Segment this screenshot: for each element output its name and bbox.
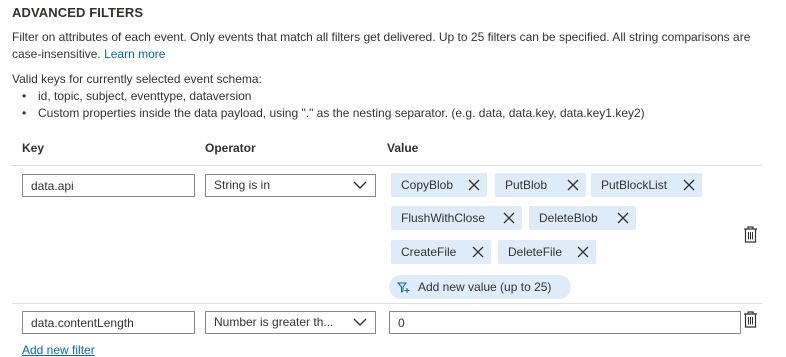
value-chip: CreateFile [391,240,491,264]
keys-list: id, topic, subject, eventtype, dataversi… [22,88,645,122]
value-chip-label: PutBlockList [601,178,668,192]
operator-selected-value: String is in [214,178,271,192]
value-chip: FlushWithClose [391,206,522,230]
filter-key-input[interactable] [22,311,195,334]
header-divider [12,165,762,166]
close-icon[interactable] [503,212,515,224]
value-chip-label: PutBlob [505,178,548,192]
add-value-button[interactable]: Add new value (up to 25) [389,275,571,299]
operator-selected-value: Number is greater th... [214,315,334,329]
filters-description: Filter on attributes of each event. Only… [12,29,762,63]
column-header-value: Value [387,141,419,155]
column-header-key: Key [22,141,45,155]
value-chip: DeleteBlob [529,206,636,230]
close-icon[interactable] [577,246,589,258]
close-icon[interactable] [617,212,629,224]
value-chip-label: DeleteBlob [539,211,598,225]
value-chip-label: CopyBlob [401,178,454,192]
chevron-down-icon [353,181,367,189]
filter-operator-select[interactable]: String is in [205,174,376,197]
trash-icon[interactable] [743,311,758,328]
add-new-filter-link[interactable]: Add new filter [22,343,95,357]
keys-intro: Valid keys for currently selected event … [12,72,262,86]
filter-value-input[interactable] [389,311,741,334]
value-chip: PutBlob [495,173,586,197]
learn-more-link[interactable]: Learn more [104,47,165,61]
value-chip: PutBlockList [591,173,702,197]
chevron-down-icon [353,318,367,326]
column-header-operator: Operator [205,141,256,155]
keys-bullet-custom: Custom properties inside the data payloa… [22,105,645,122]
close-icon[interactable] [472,246,484,258]
keys-bullet-schema: id, topic, subject, eventtype, dataversi… [22,88,645,105]
close-icon[interactable] [468,179,480,191]
value-chip: DeleteFile [498,240,596,264]
section-title: ADVANCED FILTERS [12,5,144,20]
value-chip-label: DeleteFile [508,245,563,259]
value-chip: CopyBlob [391,173,487,197]
close-icon[interactable] [567,179,579,191]
filter-plus-icon [397,282,410,293]
row-divider [12,303,762,304]
trash-icon[interactable] [743,226,758,243]
filter-key-input[interactable] [22,174,195,197]
filter-operator-select[interactable]: Number is greater th... [205,311,376,334]
close-icon[interactable] [683,179,695,191]
value-chip-label: CreateFile [401,245,457,259]
add-value-label: Add new value (up to 25) [418,280,552,294]
value-chip-label: FlushWithClose [401,211,486,225]
